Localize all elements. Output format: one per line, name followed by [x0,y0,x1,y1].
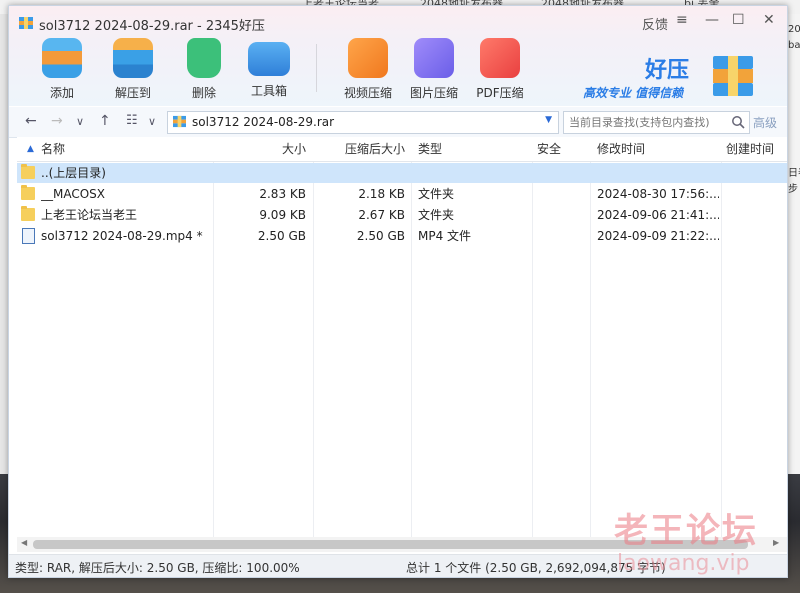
add-archive-icon [42,38,82,78]
extract-icon [113,38,153,78]
table-row[interactable]: sol3712 2024-08-29.mp4 * 2.50 GB 2.50 GB… [17,226,787,246]
background-text: 日春 [788,168,800,179]
scroll-right-icon[interactable]: ▶ [773,538,779,547]
column-security[interactable]: 安全 [537,137,561,161]
column-created[interactable]: 创建时间 [726,137,774,161]
file-name: __MACOSX [41,187,106,201]
background-left-strip [0,14,8,474]
video-compress-icon [348,38,388,78]
file-size: 2.50 GB [257,229,306,243]
view-mode-dropdown[interactable]: ∨ [148,115,156,128]
file-name: 上老王论坛当老王 [41,208,138,222]
background-text: 步 2 [788,184,800,195]
app-logo-icon [19,17,33,29]
search-input[interactable] [567,113,731,132]
file-modified: 2024-08-30 17:56:... [597,187,719,201]
menu-icon[interactable]: ≡ [676,12,688,28]
forward-button[interactable]: → [51,113,63,129]
background-right-strip: 202 baid 日春 步 2 [786,14,800,474]
archive-window: sol3712 2024-08-29.rar - 2345好压 反馈 ≡ — ☐… [8,5,788,578]
toolbar-separator [316,44,317,92]
search-field[interactable] [563,111,750,134]
column-modified[interactable]: 修改时间 [597,137,645,161]
pdf-compress-icon [480,38,520,78]
image-compress-label: 图片压缩 [409,86,458,100]
file-type: 文件夹 [418,208,455,222]
background-text: baid [788,40,800,51]
watermark-url: laowang.vip [617,551,750,576]
file-type: 文件夹 [418,187,455,201]
column-size[interactable]: 大小 [217,137,306,161]
advanced-search-link[interactable]: 高级 [753,114,777,131]
path-field[interactable]: sol3712 2024-08-29.rar ▼ [167,111,559,134]
add-label: 添加 [49,86,74,100]
column-type[interactable]: 类型 [418,137,442,161]
folder-icon [21,164,35,179]
search-icon[interactable] [731,115,745,129]
video-compress-button[interactable]: 视频压缩 [338,38,398,101]
minimize-button[interactable]: — [705,12,719,28]
pdf-compress-button[interactable]: PDF压缩 [470,38,530,101]
maximize-button[interactable]: ☐ [732,12,745,28]
folder-icon [21,206,35,221]
sort-ascending-icon: ▲ [27,144,34,154]
file-packed-size: 2.18 KB [358,187,405,201]
up-button[interactable]: ↑ [99,113,111,129]
brand-slogan: 高效专业 值得信赖 [583,86,684,100]
file-packed-size: 2.67 KB [358,208,405,222]
extract-to-button[interactable]: 解压到 [103,38,163,101]
file-modified: 2024-09-09 21:22:... [597,229,719,243]
image-compress-icon [414,38,454,78]
file-packed-size: 2.50 GB [356,229,405,243]
toolbox-icon [248,42,290,76]
file-name: sol3712 2024-08-29.mp4 * [41,229,203,243]
column-name[interactable]: 名称 [41,137,65,161]
column-packed-size[interactable]: 压缩后大小 [317,137,405,161]
chevron-down-icon[interactable]: ▼ [545,115,552,125]
table-row[interactable]: ..(上层目录) [17,163,787,183]
archive-info: 类型: RAR, 解压后大小: 2.50 GB, 压缩比: 100.00% [15,561,300,575]
title-bar: sol3712 2024-08-29.rar - 2345好压 反馈 ≡ — ☐… [9,6,787,106]
recycle-icon [187,38,221,78]
watermark-text: 老王论坛 [614,511,758,551]
brand-logo-icon [713,56,753,96]
address-bar: ← → ∨ ↑ ☷ ∨ sol3712 2024-08-29.rar ▼ 高级 [9,107,787,138]
video-file-icon [22,228,35,244]
history-dropdown[interactable]: ∨ [76,115,84,128]
pdf-compress-label: PDF压缩 [476,86,524,100]
file-name: ..(上层目录) [41,166,106,180]
feedback-link[interactable]: 反馈 [642,14,668,33]
archive-icon [173,115,186,128]
close-button[interactable]: ✕ [763,12,775,28]
delete-label: 删除 [191,86,216,100]
brand-banner: 好压 高效专业 值得信赖 [583,50,783,102]
path-text: sol3712 2024-08-29.rar [192,115,335,129]
window-title: sol3712 2024-08-29.rar - 2345好压 [39,19,265,34]
folder-icon [21,185,35,200]
file-list: ▲ 名称 大小 压缩后大小 类型 安全 修改时间 创建时间 ..(上层目录) _… [17,137,787,537]
file-modified: 2024-09-06 21:41:... [597,208,719,222]
table-row[interactable]: __MACOSX 2.83 KB 2.18 KB 文件夹 2024-08-30 … [17,184,787,204]
back-button[interactable]: ← [25,113,37,129]
background-text: 202 [788,24,800,35]
scroll-left-icon[interactable]: ◀ [21,538,27,547]
delete-button[interactable]: 删除 [174,38,234,101]
file-size: 2.83 KB [259,187,306,201]
table-row[interactable]: 上老王论坛当老王 9.09 KB 2.67 KB 文件夹 2024-09-06 … [17,205,787,225]
video-compress-label: 视频压缩 [343,86,392,100]
add-button[interactable]: 添加 [32,38,92,101]
file-type: MP4 文件 [418,229,472,243]
view-mode-button[interactable]: ☷ [126,113,138,128]
file-size: 9.09 KB [259,208,306,222]
image-compress-button[interactable]: 图片压缩 [404,38,464,101]
toolbox-label: 工具箱 [250,84,287,98]
brand-name: 好压 [645,58,690,83]
column-header: ▲ 名称 大小 压缩后大小 类型 安全 修改时间 创建时间 [17,137,787,162]
extract-to-label: 解压到 [114,86,151,100]
toolbox-button[interactable]: 工具箱 [239,38,299,99]
